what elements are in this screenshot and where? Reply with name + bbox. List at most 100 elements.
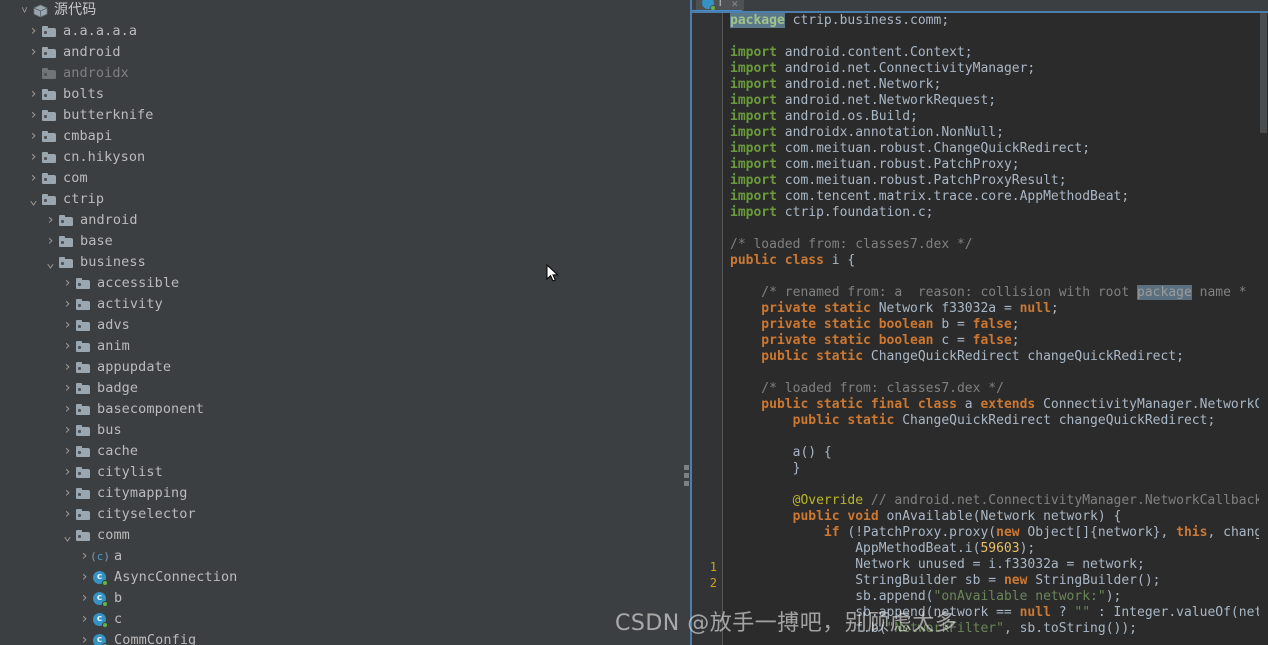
tree-item-citylist[interactable]: › citylist (0, 462, 681, 483)
chevron-right-icon[interactable]: › (27, 168, 40, 189)
chevron-right-icon[interactable]: › (27, 105, 40, 126)
tree-item-a-a-a-a-a[interactable]: › a.a.a.a.a (0, 21, 681, 42)
chevron-right-icon[interactable]: › (78, 630, 91, 645)
tree-item-label: a.a.a.a.a (63, 23, 138, 39)
chevron-right-icon[interactable]: › (61, 441, 74, 462)
folder-icon (40, 68, 58, 79)
editor-gutter[interactable]: 1 2 (692, 13, 723, 645)
chevron-right-icon[interactable]: › (27, 21, 40, 42)
tree-item-c[interactable]: › c c (0, 609, 681, 630)
tree-root-source-code[interactable]: ˅ 源代码 (0, 0, 681, 21)
chevron-right-icon[interactable]: › (27, 42, 40, 63)
tree-item-cmbapi[interactable]: › cmbapi (0, 126, 681, 147)
code-text-area[interactable]: package ctrip.business.comm; import andr… (724, 13, 1268, 645)
source-tree-panel[interactable]: ˅ 源代码 › a.a.a.a.a › android androidx › bolts ›… (0, 0, 681, 645)
code-line: sb.append("onAvailable network:"); (730, 589, 1268, 605)
tree-item-label: cn.hikyson (63, 149, 146, 165)
tree-item-label: business (80, 254, 146, 270)
no-chevron-spacer (27, 63, 40, 84)
tree-item-list[interactable]: › a.a.a.a.a › android androidx › bolts › butter… (0, 21, 681, 645)
code-token: i { (823, 253, 856, 268)
chevron-down-icon[interactable]: ˅ (18, 0, 31, 21)
gutter-line-number: 2 (709, 576, 717, 590)
class-public-icon (702, 0, 716, 11)
tree-item-commconfig[interactable]: › c CommConfig (0, 630, 681, 645)
chevron-right-icon[interactable]: › (27, 147, 40, 168)
chevron-right-icon[interactable]: › (61, 420, 74, 441)
tree-item-anim[interactable]: › anim (0, 336, 681, 357)
close-icon[interactable]: ✕ (731, 0, 738, 10)
tree-item-label: butterknife (63, 107, 154, 123)
tree-item-cn-hikyson[interactable]: › cn.hikyson (0, 147, 681, 168)
tree-item-androidx[interactable]: androidx (0, 63, 681, 84)
tree-item-base[interactable]: › base (0, 231, 681, 252)
code-token: ConnectivityManager.NetworkCallback { (1043, 397, 1268, 412)
chevron-right-icon[interactable]: › (61, 315, 74, 336)
tree-item-bolts[interactable]: › bolts (0, 84, 681, 105)
code-token: null (1019, 301, 1051, 316)
chevron-right-icon[interactable]: › (27, 84, 40, 105)
splitter-grip-handle[interactable] (684, 465, 689, 486)
chevron-down-icon[interactable]: ⌄ (27, 193, 40, 207)
chevron-right-icon[interactable]: › (61, 336, 74, 357)
chevron-right-icon[interactable]: › (27, 126, 40, 147)
tree-item-ctrip[interactable]: ⌄ ctrip (0, 189, 681, 210)
code-line: f.b("NetworkFilter", sb.toString()); (730, 621, 1268, 637)
chevron-right-icon[interactable]: › (78, 567, 91, 588)
chevron-right-icon[interactable]: › (61, 294, 74, 315)
tree-item-b[interactable]: › c b (0, 588, 681, 609)
tree-item-label: com (63, 170, 88, 186)
tree-item-android[interactable]: › android (0, 42, 681, 63)
tree-item-advs[interactable]: › advs (0, 315, 681, 336)
chevron-right-icon[interactable]: › (44, 210, 57, 231)
chevron-right-icon[interactable]: › (61, 378, 74, 399)
code-line: private static Network f33032a = null; (730, 301, 1268, 317)
chevron-right-icon[interactable]: › (78, 546, 91, 567)
application-window: ˅ 源代码 › a.a.a.a.a › android androidx › bolts ›… (0, 0, 1268, 645)
tree-item-accessible[interactable]: › accessible (0, 273, 681, 294)
tree-item-cityselector[interactable]: › cityselector (0, 504, 681, 525)
chevron-right-icon[interactable]: › (78, 609, 91, 630)
tree-item-com[interactable]: › com (0, 168, 681, 189)
tree-item-butterknife[interactable]: › butterknife (0, 105, 681, 126)
tree-item-cache[interactable]: › cache (0, 441, 681, 462)
code-token: /* loaded from: classes7.dex */ (730, 381, 1004, 396)
chevron-right-icon[interactable]: › (61, 399, 74, 420)
editor-tab-bar[interactable]: i ✕ (692, 0, 1268, 13)
chevron-right-icon[interactable]: › (61, 504, 74, 525)
tree-item-bus[interactable]: › bus (0, 420, 681, 441)
code-token: "" (1074, 605, 1091, 620)
chevron-right-icon[interactable]: › (78, 588, 91, 609)
chevron-right-icon[interactable]: › (44, 231, 57, 252)
tree-item-basecomponent[interactable]: › basecomponent (0, 399, 681, 420)
tree-item-label: android (63, 44, 121, 60)
panel-splitter[interactable] (681, 0, 692, 645)
scrollbar-thumb[interactable] (1260, 13, 1267, 133)
tree-item-a[interactable]: ›(c) a (0, 546, 681, 567)
folder-icon (74, 341, 92, 352)
tree-item-activity[interactable]: › activity (0, 294, 681, 315)
tree-item-business[interactable]: ⌄ business (0, 252, 681, 273)
tree-item-android[interactable]: › android (0, 210, 681, 231)
code-token: android.net.NetworkRequest; (776, 93, 997, 108)
editor-vertical-scrollbar[interactable] (1259, 13, 1268, 645)
folder-icon (57, 236, 75, 247)
code-line: import androidx.annotation.NonNull; (730, 125, 1268, 141)
chevron-right-icon[interactable]: › (61, 462, 74, 483)
code-token: new (996, 525, 1020, 540)
chevron-right-icon[interactable]: › (61, 357, 74, 378)
tree-item-citymapping[interactable]: › citymapping (0, 483, 681, 504)
tree-item-asyncconnection[interactable]: › c AsyncConnection (0, 567, 681, 588)
folder-icon (74, 446, 92, 457)
code-token: new (1003, 573, 1028, 588)
code-token: import (730, 45, 777, 60)
chevron-right-icon[interactable]: › (61, 273, 74, 294)
tree-item-appupdate[interactable]: › appupdate (0, 357, 681, 378)
folder-icon (74, 299, 92, 310)
class-public-icon: c (91, 591, 109, 607)
tree-item-comm[interactable]: ⌄ comm (0, 525, 681, 546)
chevron-right-icon[interactable]: › (61, 483, 74, 504)
tree-item-badge[interactable]: › badge (0, 378, 681, 399)
chevron-down-icon[interactable]: ⌄ (44, 256, 57, 270)
chevron-down-icon[interactable]: ⌄ (61, 529, 74, 543)
